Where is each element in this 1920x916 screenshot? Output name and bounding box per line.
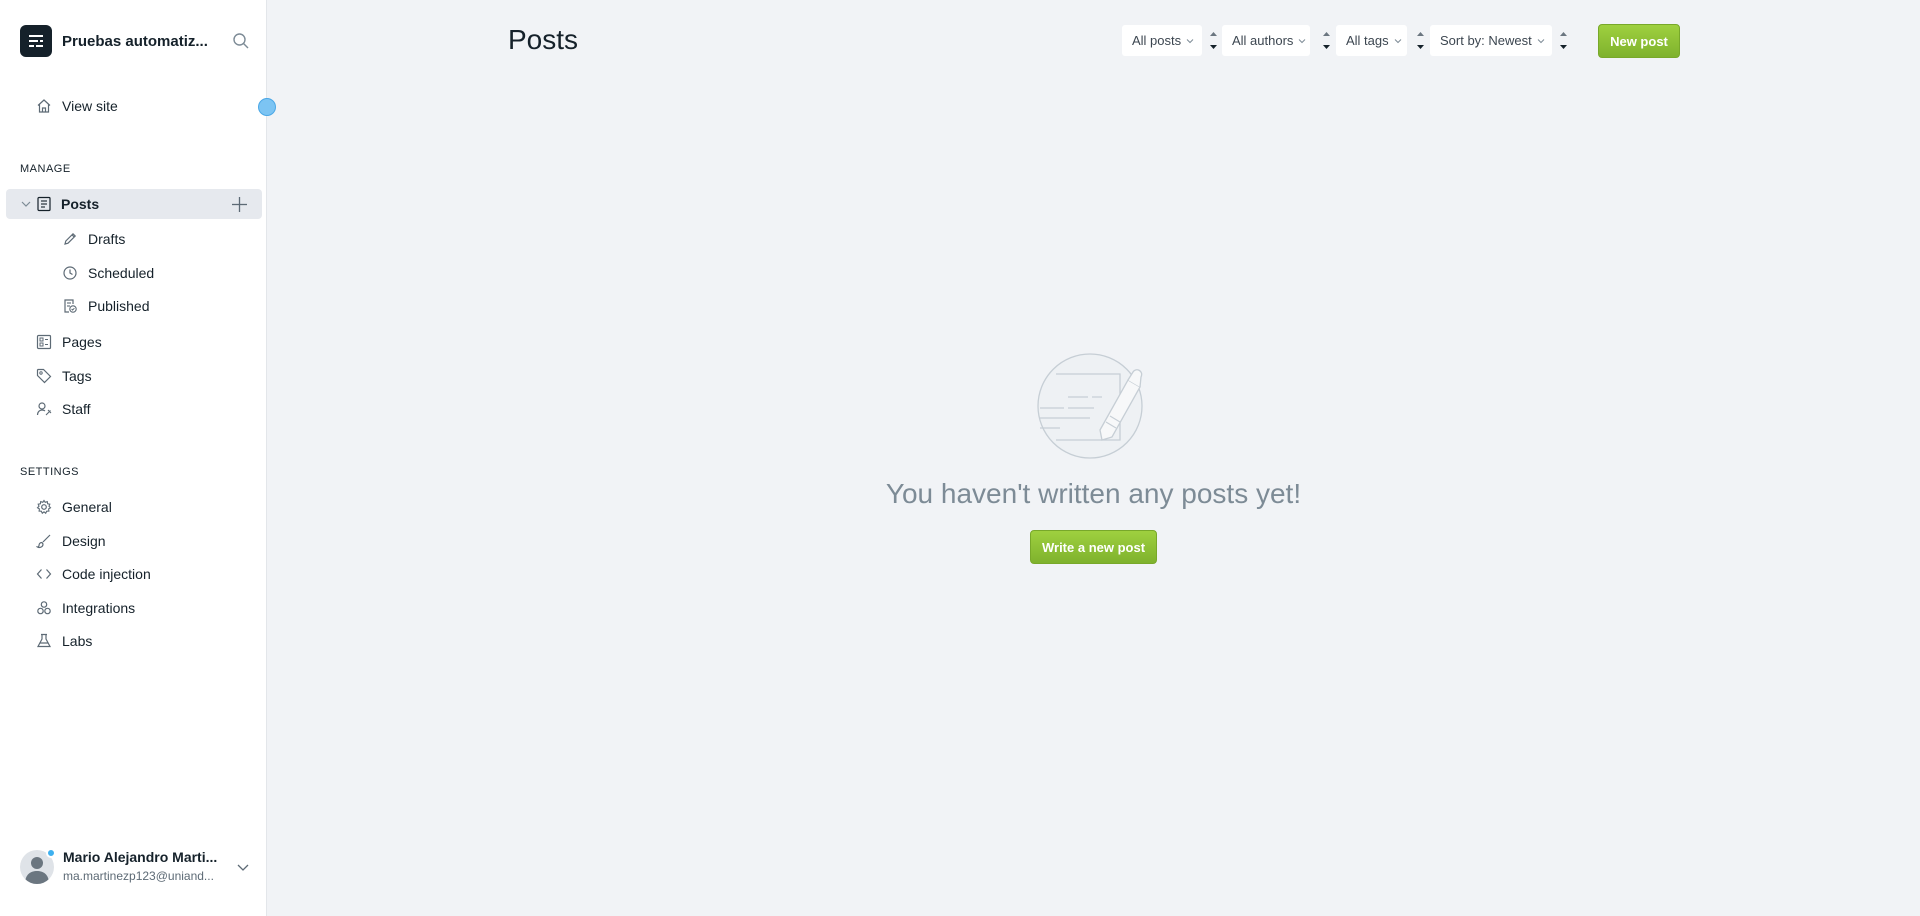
filter-tags-select[interactable]: All tags [1336, 25, 1407, 56]
nav-drafts[interactable]: Drafts [62, 225, 125, 253]
nav-design[interactable]: Design [36, 527, 106, 555]
clock-icon [63, 266, 77, 280]
empty-state-message: You haven't written any posts yet! [885, 478, 1302, 509]
code-icon [36, 569, 52, 579]
nav-pages-label: Pages [62, 334, 102, 350]
nav-posts-label: Posts [61, 196, 100, 212]
page-title: Posts [508, 24, 579, 55]
nav-scheduled-label: Scheduled [88, 265, 155, 281]
nav-staff-label: Staff [62, 401, 91, 417]
nav-design-label: Design [62, 533, 106, 549]
nav-view-site-label: View site [62, 98, 118, 114]
chevron-down-icon[interactable] [236, 860, 250, 874]
chevron-down-icon [1299, 38, 1306, 43]
tag-icon [36, 368, 52, 384]
empty-posts-illustration-icon [1037, 353, 1143, 459]
chevron-down-icon [1186, 38, 1194, 43]
filter-tags-label: All tags [1346, 33, 1389, 48]
plus-icon[interactable] [231, 196, 248, 213]
filter-tags-spinner[interactable] [1414, 25, 1427, 56]
nav-labs[interactable]: Labs [36, 627, 92, 655]
gear-icon [36, 499, 52, 515]
integrations-icon [37, 601, 51, 615]
sort-spinner[interactable] [1557, 25, 1570, 56]
ghost-logo-icon [20, 25, 52, 57]
nav-integrations-label: Integrations [62, 600, 136, 616]
filter-type-label: All posts [1132, 33, 1182, 48]
nav-general[interactable]: General [36, 493, 112, 521]
new-post-button[interactable]: New post [1598, 24, 1680, 58]
nav-code-injection[interactable]: Code injection [36, 560, 151, 588]
nav-staff[interactable]: Staff [36, 395, 91, 423]
pencil-icon [64, 232, 77, 245]
nav-tags-label: Tags [62, 368, 92, 384]
nav-published[interactable]: Published [62, 292, 150, 320]
filter-authors-select[interactable]: All authors [1222, 25, 1310, 56]
staff-icon [36, 402, 52, 416]
nav-drafts-label: Drafts [88, 231, 126, 247]
filter-type-spinner[interactable] [1207, 25, 1220, 56]
chevron-down-icon [1537, 38, 1545, 43]
chevron-down-icon [1394, 38, 1401, 43]
flask-icon [37, 633, 51, 648]
nav-general-label: General [62, 499, 112, 515]
search-icon[interactable] [232, 32, 250, 50]
nav-published-label: Published [88, 298, 150, 314]
brush-icon [36, 534, 51, 549]
brand[interactable]: Pruebas automatiz... [20, 25, 250, 57]
posts-icon [37, 196, 51, 212]
online-status-dot [46, 848, 56, 858]
write-new-post-button[interactable]: Write a new post [1030, 530, 1157, 564]
sort-label: Sort by: Newest [1440, 33, 1532, 48]
chevron-down-icon[interactable] [20, 198, 32, 210]
nav-labs-label: Labs [62, 633, 93, 649]
sort-select[interactable]: Sort by: Newest [1430, 25, 1552, 56]
filter-type-select[interactable]: All posts [1122, 25, 1202, 56]
user-name: Mario Alejandro Marti... [63, 849, 218, 865]
user-menu[interactable]: Mario Alejandro Marti... ma.martinezp123… [20, 848, 250, 886]
home-icon [37, 99, 51, 113]
pages-icon [36, 334, 52, 350]
nav-integrations[interactable]: Integrations [36, 594, 135, 622]
sidebar: Pruebas automatiz... View site MANAGE Po… [0, 0, 276, 916]
filter-authors-label: All authors [1232, 33, 1294, 48]
nav-code-injection-label: Code injection [62, 566, 151, 582]
user-email: ma.martinezp123@uniand... [63, 869, 214, 883]
published-icon [64, 299, 77, 313]
nav-view-site[interactable]: View site [36, 92, 118, 120]
filter-authors-spinner[interactable] [1320, 25, 1333, 56]
nav-pages[interactable]: Pages [36, 328, 102, 356]
nav-scheduled[interactable]: Scheduled [62, 259, 154, 287]
notification-dot[interactable] [258, 98, 276, 116]
manage-section-label: MANAGE [20, 163, 71, 175]
nav-posts[interactable]: Posts [6, 189, 262, 219]
site-title: Pruebas automatiz... [62, 32, 208, 50]
settings-section-label: SETTINGS [20, 466, 80, 478]
nav-tags[interactable]: Tags [36, 362, 92, 390]
